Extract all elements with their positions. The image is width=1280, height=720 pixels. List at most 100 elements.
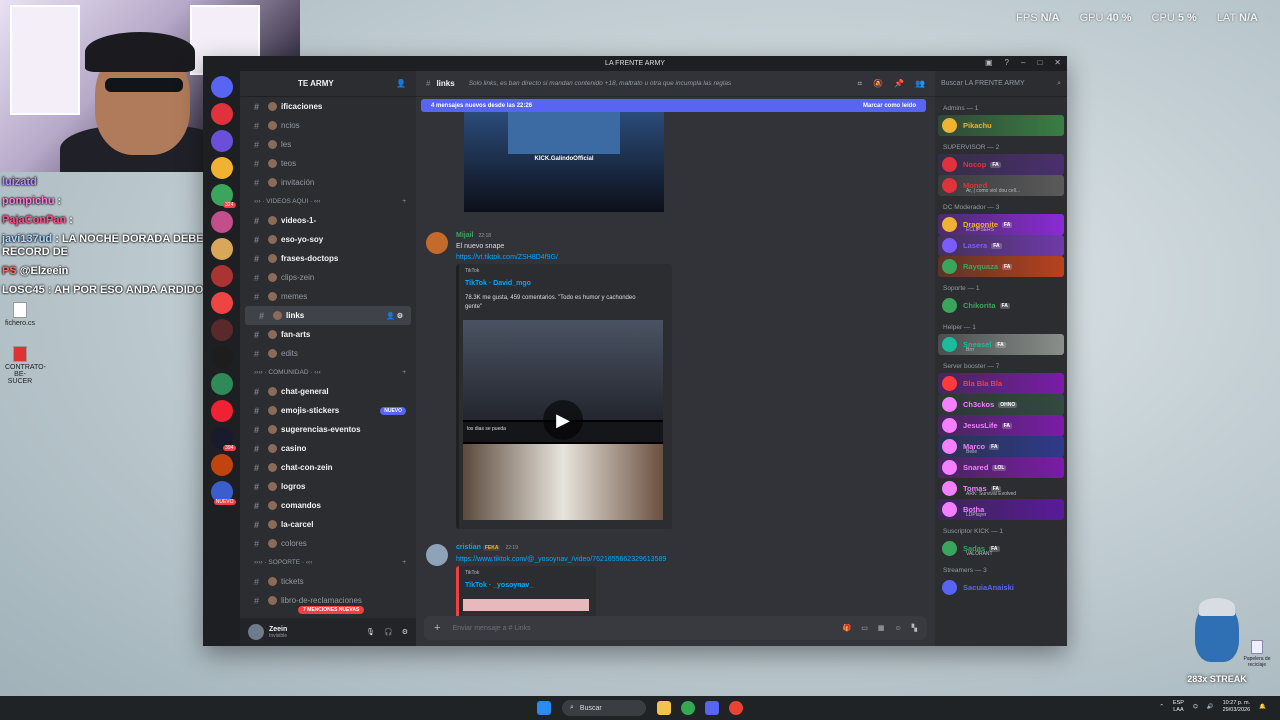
avatar[interactable]	[942, 439, 957, 454]
channel-ncios[interactable]: # ncios	[240, 116, 416, 135]
avatar[interactable]	[942, 418, 957, 433]
avatar[interactable]	[942, 298, 957, 313]
server-icon[interactable]	[210, 373, 233, 395]
channel-links[interactable]: # links 👤 ⚙	[245, 306, 411, 325]
message-link[interactable]: https://vt.tiktok.com/ZSH8D4f9G/	[456, 254, 558, 261]
embed-title[interactable]: TikTok · _yosoynav_	[465, 582, 533, 589]
avatar[interactable]	[942, 580, 957, 595]
author-name[interactable]: cristian FEKA 22:19	[456, 544, 518, 551]
play-icon[interactable]: ▶	[543, 400, 583, 440]
channel-settings-icon[interactable]: 👤 ⚙	[386, 312, 403, 320]
channel-fan-arts[interactable]: # fan-arts	[240, 325, 416, 344]
desktop-file-icon[interactable]: fichero.cs	[5, 302, 35, 327]
avatar[interactable]	[942, 376, 957, 391]
avatar[interactable]	[942, 337, 957, 352]
member-item[interactable]: Bla Bla Bla	[938, 373, 1064, 394]
member-item[interactable]: Sadas FA VALORANT	[938, 538, 1064, 559]
previous-video-embed[interactable]: KICK.GalindoOfficial	[464, 112, 664, 212]
channel-invitaci-n[interactable]: # invitación	[240, 173, 416, 192]
channel-les[interactable]: # les	[240, 135, 416, 154]
close-button[interactable]: ✕	[1054, 58, 1061, 67]
channel-comandos[interactable]: # comandos	[240, 496, 416, 515]
gif-icon[interactable]: ▭	[861, 624, 868, 632]
message-input[interactable]: Enviar mensaje a # Links	[452, 625, 832, 632]
message-link[interactable]: https://www.tiktok.com/@_yosoynav_/video…	[456, 556, 666, 563]
channel-category[interactable]: ›››› · SOPORTE · ‹‹‹ +	[240, 553, 416, 572]
server-icon[interactable]	[210, 211, 233, 233]
server-header[interactable]: TE ARMY 👤	[240, 71, 416, 97]
channel-casino[interactable]: # casino	[240, 439, 416, 458]
server-icon[interactable]: NUEVO	[210, 481, 236, 505]
member-item[interactable]: SacuiaAnaiski	[938, 577, 1064, 598]
discord-icon[interactable]	[705, 701, 719, 715]
channel-colores[interactable]: # colores	[240, 534, 416, 553]
channel-clips-zein[interactable]: # clips-zein	[240, 268, 416, 287]
avatar[interactable]	[942, 118, 957, 133]
server-icon[interactable]	[210, 400, 233, 422]
member-item[interactable]: Ch3ckos OHNO	[938, 394, 1064, 415]
member-item[interactable]: Sneasel FA Brrr	[938, 334, 1064, 355]
embed-title[interactable]: TikTok · David_mgo	[465, 280, 531, 287]
server-icon[interactable]	[210, 130, 233, 152]
notification-icon[interactable]: 🔕	[873, 79, 883, 88]
member-item[interactable]: Moned Ar, | como viol dou cell...	[938, 175, 1064, 196]
member-item[interactable]: Chikorita FA	[938, 295, 1064, 316]
member-item[interactable]: Pikachu	[938, 115, 1064, 136]
avatar[interactable]	[942, 460, 957, 475]
channel-la-carcel[interactable]: # la-carcel	[240, 515, 416, 534]
server-icon[interactable]	[210, 238, 233, 260]
gear-icon[interactable]: ⚙	[402, 628, 408, 636]
channel-edits[interactable]: # edits	[240, 344, 416, 363]
add-channel-icon[interactable]: +	[402, 369, 406, 376]
avatar[interactable]	[942, 397, 957, 412]
channel-category[interactable]: ››› · VIDEOS AQUI · ‹‹‹ +	[240, 192, 416, 211]
members-icon[interactable]: 👥	[915, 79, 925, 88]
server-icon[interactable]	[210, 265, 233, 287]
channel-teos[interactable]: # teos	[240, 154, 416, 173]
message-composer[interactable]: + Enviar mensaje a # Links 🎁 ▭ ▦ ☺ ▚	[424, 616, 927, 640]
channel-category[interactable]: ›››› · COMUNIDAD · ‹‹‹ +	[240, 363, 416, 382]
server-icon[interactable]: 394	[210, 427, 236, 451]
mic-icon[interactable]: 🎙	[366, 628, 375, 636]
network-icon[interactable]: ⌬	[1193, 704, 1198, 711]
server-icon[interactable]	[210, 319, 233, 341]
avatar[interactable]	[942, 178, 957, 193]
apps-icon[interactable]: ▚	[912, 624, 917, 632]
member-item[interactable]: Tomas FA ARK: Survival Evolved	[938, 478, 1064, 499]
user-panel[interactable]: Zeein Invisible 🎙 🎧 ⚙	[240, 618, 416, 646]
avatar[interactable]	[942, 541, 957, 556]
new-messages-bar[interactable]: 4 mensajes nuevos desde las 22:26 Marcar …	[421, 99, 926, 112]
member-item[interactable]: Snared LOL	[938, 457, 1064, 478]
avatar[interactable]	[942, 157, 957, 172]
maximize-button[interactable]: □	[1037, 58, 1042, 67]
member-item[interactable]: Marco FA Belle	[938, 436, 1064, 457]
gift-icon[interactable]: 🎁	[842, 624, 851, 632]
tiktok-video[interactable]: los dias se pueda ▶	[463, 320, 663, 520]
emoji-icon[interactable]: ☺	[894, 625, 901, 632]
channel-logros[interactable]: # logros	[240, 477, 416, 496]
channel-emojis-stickers[interactable]: # emojis-stickers NUEVO	[240, 401, 416, 420]
member-item[interactable]: Nocop FA	[938, 154, 1064, 175]
channel-tickets[interactable]: # tickets	[240, 572, 416, 591]
avatar[interactable]	[426, 232, 448, 254]
avatar[interactable]	[942, 217, 957, 232]
tray-arrow-icon[interactable]: ⌃	[1159, 704, 1164, 711]
channel-eso-yo-soy[interactable]: # eso-yo-soy	[240, 230, 416, 249]
mark-read-button[interactable]: Marcar como leído	[863, 103, 916, 109]
avatar[interactable]	[942, 259, 957, 274]
avatar[interactable]	[942, 481, 957, 496]
author-name[interactable]: Mijail 22:18	[456, 232, 491, 239]
server-icon[interactable]	[210, 454, 233, 476]
channel-chat-general[interactable]: # chat-general	[240, 382, 416, 401]
server-icon[interactable]: 324	[210, 184, 236, 208]
chrome-icon[interactable]	[681, 701, 695, 715]
notifications-icon[interactable]: 🔔	[1259, 704, 1266, 711]
channel-chat-con-zein[interactable]: # chat-con-zein	[240, 458, 416, 477]
desktop-file-icon[interactable]: CONTRATO-BE-SUCER	[5, 346, 46, 385]
member-item[interactable]: JesusLife FA	[938, 415, 1064, 436]
taskbar-search[interactable]: ⌕ Buscar	[562, 700, 646, 716]
clock[interactable]: 10:27 p. m. 29/03/2026	[1223, 700, 1251, 714]
recycle-bin-icon[interactable]: Papelera de reciclaje	[1240, 640, 1274, 668]
server-search[interactable]: Buscar LA FRENTE ARMY ⌕	[935, 71, 1067, 97]
threads-icon[interactable]: ⌗	[858, 79, 863, 89]
